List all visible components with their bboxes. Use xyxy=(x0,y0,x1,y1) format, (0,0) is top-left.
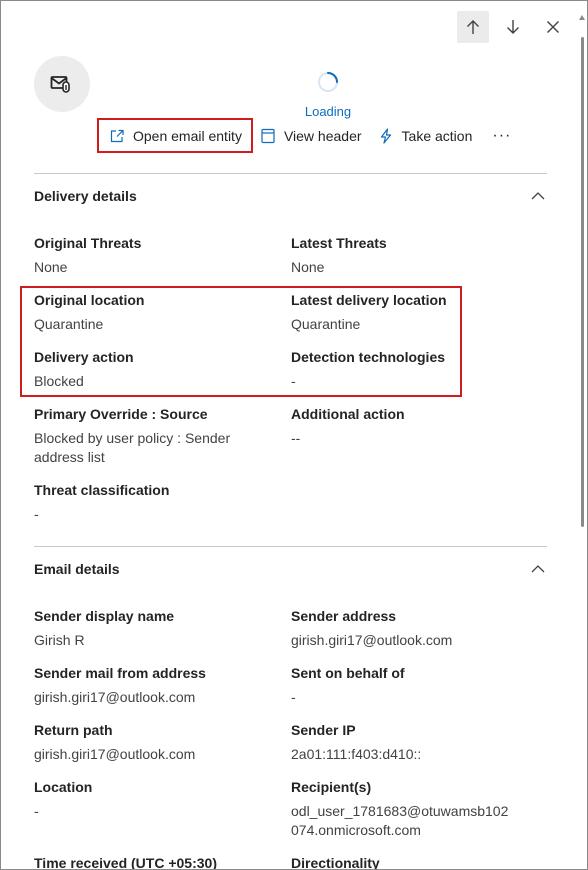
lightning-icon xyxy=(380,127,391,144)
next-item-button[interactable] xyxy=(497,11,529,43)
arrow-up-icon xyxy=(467,20,479,34)
field-value: None xyxy=(291,259,325,275)
field-additional-action: Additional action -- xyxy=(291,405,531,448)
field-value: girish.giri17@outlook.com xyxy=(34,746,196,762)
view-header-button[interactable]: View header xyxy=(260,128,362,144)
field-detection-technologies: Detection technologies - xyxy=(291,348,531,391)
field-value: - xyxy=(291,689,296,705)
take-action-button[interactable]: Take action xyxy=(378,127,473,144)
action-toolbar: Open email entity View header Take actio… xyxy=(97,118,511,153)
field-latest-delivery-location: Latest delivery location Quarantine xyxy=(291,291,531,334)
field-label: Original Threats xyxy=(34,235,142,251)
field-label: Threat classification xyxy=(34,482,170,498)
scrollbar[interactable] xyxy=(579,9,586,527)
field-directionality: Directionality xyxy=(291,854,531,870)
field-value: -- xyxy=(291,430,301,446)
field-label: Directionality xyxy=(291,855,380,870)
field-label: Recipient(s) xyxy=(291,779,372,795)
email-details-panel: Loading Open email entity View header Ta… xyxy=(0,0,588,870)
loading-indicator: Loading xyxy=(303,71,353,119)
field-value: - xyxy=(291,373,296,389)
field-label: Primary Override : Source xyxy=(34,406,208,422)
scroll-up-arrow-icon[interactable] xyxy=(579,15,585,20)
field-original-threats: Original Threats None xyxy=(34,234,274,277)
field-label: Latest Threats xyxy=(291,235,387,251)
more-actions-button[interactable]: ··· xyxy=(492,127,511,145)
field-sender-ip: Sender IP 2a01:111:f403:d410:: xyxy=(291,721,531,764)
field-location: Location - xyxy=(34,778,274,821)
field-label: Sent on behalf of xyxy=(291,665,405,681)
field-label: Location xyxy=(34,779,93,795)
field-primary-override-source: Primary Override : Source Blocked by use… xyxy=(34,405,249,467)
field-label: Original location xyxy=(34,292,145,308)
email-avatar xyxy=(34,56,90,112)
chevron-up-icon[interactable] xyxy=(530,188,546,204)
spinner-icon xyxy=(318,72,338,92)
field-time-received: Time received (UTC +05:30) xyxy=(34,854,274,870)
chevron-up-icon[interactable] xyxy=(530,561,546,577)
field-sender-mail-from-address: Sender mail from address girish.giri17@o… xyxy=(34,664,274,707)
field-value: girish.giri17@outlook.com xyxy=(291,632,453,648)
email-attachment-icon xyxy=(50,76,70,93)
field-label: Time received (UTC +05:30) xyxy=(34,855,217,870)
field-sender-address: Sender address girish.giri17@outlook.com xyxy=(291,607,531,650)
open-email-entity-button[interactable]: Open email entity xyxy=(97,118,253,153)
field-label: Sender address xyxy=(291,608,397,624)
arrow-down-icon xyxy=(507,20,519,34)
previous-item-button[interactable] xyxy=(457,11,489,43)
field-value: Girish R xyxy=(34,632,85,648)
field-value: 2a01:111:f403:d410:: xyxy=(291,746,422,762)
field-label: Sender mail from address xyxy=(34,665,206,681)
field-label: Return path xyxy=(34,722,113,738)
field-label: Sender display name xyxy=(34,608,175,624)
field-latest-threats: Latest Threats None xyxy=(291,234,531,277)
field-value: Blocked xyxy=(34,373,84,389)
field-value: Quarantine xyxy=(291,316,361,332)
field-value: odl_user_1781683@otuwamsb102074.onmicros… xyxy=(291,803,509,838)
field-label: Additional action xyxy=(291,406,405,422)
email-details-title: Email details xyxy=(34,561,120,577)
delivery-details-title: Delivery details xyxy=(34,188,137,204)
open-external-icon xyxy=(110,129,124,142)
field-return-path: Return path girish.giri17@outlook.com xyxy=(34,721,274,764)
divider xyxy=(34,173,547,174)
field-value: girish.giri17@outlook.com xyxy=(34,689,196,705)
field-label: Delivery action xyxy=(34,349,134,365)
header-icon xyxy=(261,128,275,143)
field-value: Quarantine xyxy=(34,316,104,332)
scroll-thumb[interactable] xyxy=(581,37,584,527)
field-delivery-action: Delivery action Blocked xyxy=(34,348,274,391)
field-value: None xyxy=(34,259,68,275)
panel-navigation xyxy=(457,11,569,43)
close-button[interactable] xyxy=(537,11,569,43)
view-header-label: View header xyxy=(283,127,362,144)
field-label: Latest delivery location xyxy=(291,292,447,308)
open-email-entity-label: Open email entity xyxy=(133,127,242,144)
field-sent-on-behalf-of: Sent on behalf of - xyxy=(291,664,531,707)
field-threat-classification: Threat classification - xyxy=(34,481,274,524)
field-original-location: Original location Quarantine xyxy=(34,291,274,334)
divider xyxy=(34,546,547,547)
field-value: Blocked by user policy : Sender address … xyxy=(34,430,231,465)
close-icon xyxy=(547,21,559,33)
loading-label: Loading xyxy=(304,104,352,119)
field-value: - xyxy=(34,506,39,522)
field-value: - xyxy=(34,803,39,819)
field-label: Sender IP xyxy=(291,722,356,738)
field-label: Detection technologies xyxy=(291,349,446,365)
take-action-label: Take action xyxy=(401,127,473,144)
more-icon: ··· xyxy=(492,126,512,144)
field-recipients: Recipient(s) odl_user_1781683@otuwamsb10… xyxy=(291,778,516,840)
field-sender-display-name: Sender display name Girish R xyxy=(34,607,274,650)
